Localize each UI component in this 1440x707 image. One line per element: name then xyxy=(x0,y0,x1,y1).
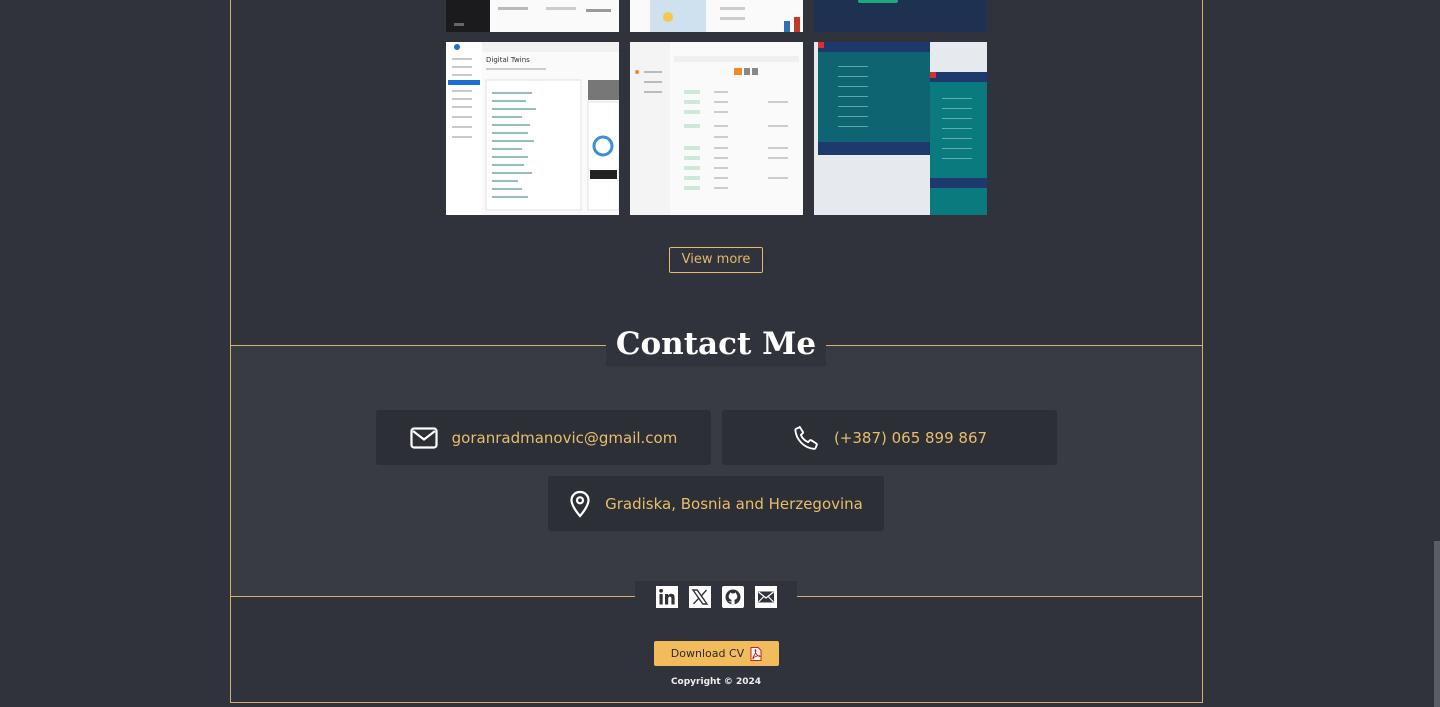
download-cv-label: Download CV xyxy=(670,647,745,660)
download-cv-button[interactable]: Download CV xyxy=(654,641,779,666)
project-thumbnail-dark-app[interactable] xyxy=(814,0,987,32)
copyright-text: Copyright © 2024 xyxy=(670,677,762,687)
contact-section-frame xyxy=(230,345,1203,597)
project-thumbnail-table-app[interactable] xyxy=(630,42,803,215)
contact-location-text: Gradiska, Bosnia and Herzegovina xyxy=(605,494,863,513)
location-pin-icon xyxy=(570,490,590,518)
phone-icon xyxy=(794,425,818,450)
project-thumbnail-map-report[interactable] xyxy=(630,0,803,32)
contact-location-card: Gradiska, Bosnia and Herzegovina xyxy=(548,476,884,531)
view-more-button[interactable]: View more xyxy=(669,247,763,273)
project-thumbnail-dark-dashboard[interactable] xyxy=(446,0,619,32)
contact-email-card[interactable]: goranradmanovic@gmail.com xyxy=(376,410,711,465)
svg-text:Digital Twins: Digital Twins xyxy=(486,56,530,64)
project-thumbnail-digital-twins[interactable]: Digital Twins xyxy=(446,42,619,215)
contact-phone-card[interactable]: (+387) 065 899 867 xyxy=(722,410,1057,465)
social-links xyxy=(635,581,797,613)
page-scrollbar[interactable] xyxy=(1434,541,1440,707)
github-icon[interactable] xyxy=(721,586,744,608)
mail-icon[interactable] xyxy=(754,586,777,608)
linkedin-icon[interactable] xyxy=(655,586,678,608)
contact-email-text[interactable]: goranradmanovic@gmail.com xyxy=(452,429,678,447)
x-twitter-icon[interactable] xyxy=(688,586,711,608)
project-thumbnail-trading-grid[interactable] xyxy=(814,42,987,215)
pdf-icon xyxy=(750,646,762,661)
envelope-icon xyxy=(410,426,438,449)
contact-section-title: Contact Me xyxy=(606,322,826,366)
contact-phone-text[interactable]: (+387) 065 899 867 xyxy=(834,429,987,447)
